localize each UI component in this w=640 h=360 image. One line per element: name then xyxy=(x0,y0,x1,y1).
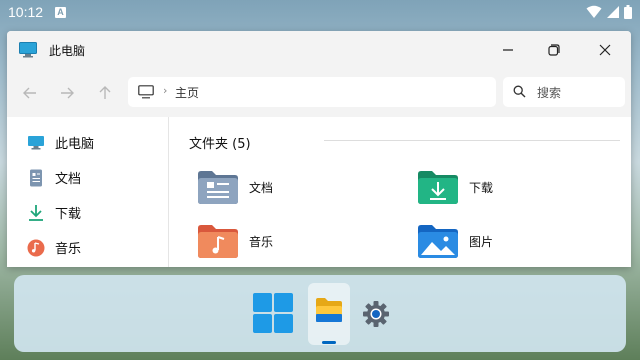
file-explorer-window: 此电脑 › 主页 搜索 此电脑 文档 下载 音乐 文件夹 (5) 文档 下载 音… xyxy=(7,31,631,267)
settings-button[interactable] xyxy=(362,300,390,328)
navigation-bar: › 主页 搜索 xyxy=(7,69,631,117)
pictures-folder-icon xyxy=(418,225,458,258)
system-icons xyxy=(586,5,632,19)
notification-a-icon: A xyxy=(55,7,66,18)
folder-pictures[interactable]: 图片 xyxy=(417,223,617,263)
wifi-icon xyxy=(586,5,602,18)
signal-icon xyxy=(607,6,619,18)
downloads-folder-icon xyxy=(418,171,458,204)
clock: 10:12 xyxy=(8,4,44,20)
computer-outline-icon xyxy=(138,85,154,99)
window-title: 此电脑 xyxy=(49,44,86,58)
download-icon xyxy=(29,205,43,221)
active-indicator xyxy=(322,341,336,344)
start-icon xyxy=(253,293,293,333)
arrow-up-icon xyxy=(99,86,111,99)
back-button[interactable] xyxy=(20,83,40,103)
music-folder-icon xyxy=(198,225,238,258)
computer-icon xyxy=(28,136,44,150)
sidebar: 此电脑 文档 下载 音乐 xyxy=(7,117,169,267)
maximize-button[interactable] xyxy=(531,31,577,69)
content-area: 此电脑 文档 下载 音乐 文件夹 (5) 文档 下载 音乐 图片 xyxy=(7,117,631,267)
file-explorer-taskbar-button[interactable] xyxy=(308,283,350,345)
restore-icon xyxy=(548,44,560,56)
breadcrumb-home[interactable]: 主页 xyxy=(175,84,199,101)
file-explorer-icon xyxy=(316,298,342,322)
sidebar-item-label: 文档 xyxy=(55,172,82,187)
folder-label: 图片 xyxy=(469,235,494,249)
folder-label: 音乐 xyxy=(249,235,274,249)
folder-documents[interactable]: 文档 xyxy=(197,169,397,209)
status-bar: 10:12 A xyxy=(0,0,640,26)
sidebar-item-label: 下载 xyxy=(55,207,82,222)
section-divider xyxy=(324,140,620,141)
folder-label: 文档 xyxy=(249,181,274,195)
search-icon xyxy=(513,85,526,98)
section-heading[interactable]: 文件夹 (5) xyxy=(189,133,251,152)
up-button[interactable] xyxy=(95,83,115,103)
taskbar xyxy=(14,275,626,352)
sidebar-item-label: 此电脑 xyxy=(55,137,95,152)
folders-pane: 文件夹 (5) 文档 下载 音乐 图片 xyxy=(169,117,631,267)
minimize-button[interactable] xyxy=(485,31,531,69)
title-bar[interactable]: 此电脑 xyxy=(7,31,631,69)
arrow-left-icon xyxy=(23,87,36,99)
forward-button[interactable] xyxy=(57,83,77,103)
sidebar-item-music[interactable]: 音乐 xyxy=(7,230,168,264)
document-icon xyxy=(30,169,42,187)
sidebar-item-documents[interactable]: 文档 xyxy=(7,160,168,194)
address-bar[interactable]: › 主页 xyxy=(128,77,496,107)
this-pc-icon xyxy=(19,42,37,58)
sidebar-item-label: 音乐 xyxy=(55,242,82,257)
search-placeholder: 搜索 xyxy=(537,86,562,100)
arrow-right-icon xyxy=(61,87,74,99)
minimize-icon xyxy=(503,49,513,51)
start-button[interactable] xyxy=(252,292,294,334)
sidebar-item-this-pc[interactable]: 此电脑 xyxy=(7,125,168,159)
settings-icon xyxy=(363,301,389,327)
music-icon xyxy=(27,239,45,257)
search-box[interactable]: 搜索 xyxy=(503,77,625,107)
folder-downloads[interactable]: 下载 xyxy=(417,169,617,209)
folder-music[interactable]: 音乐 xyxy=(197,223,397,263)
close-icon xyxy=(599,44,611,56)
sidebar-item-downloads[interactable]: 下载 xyxy=(7,195,168,229)
folder-label: 下载 xyxy=(469,181,494,195)
close-button[interactable] xyxy=(582,31,628,69)
documents-folder-icon xyxy=(198,171,238,204)
breadcrumb-chevron-icon: › xyxy=(163,84,168,97)
battery-icon xyxy=(624,5,632,19)
